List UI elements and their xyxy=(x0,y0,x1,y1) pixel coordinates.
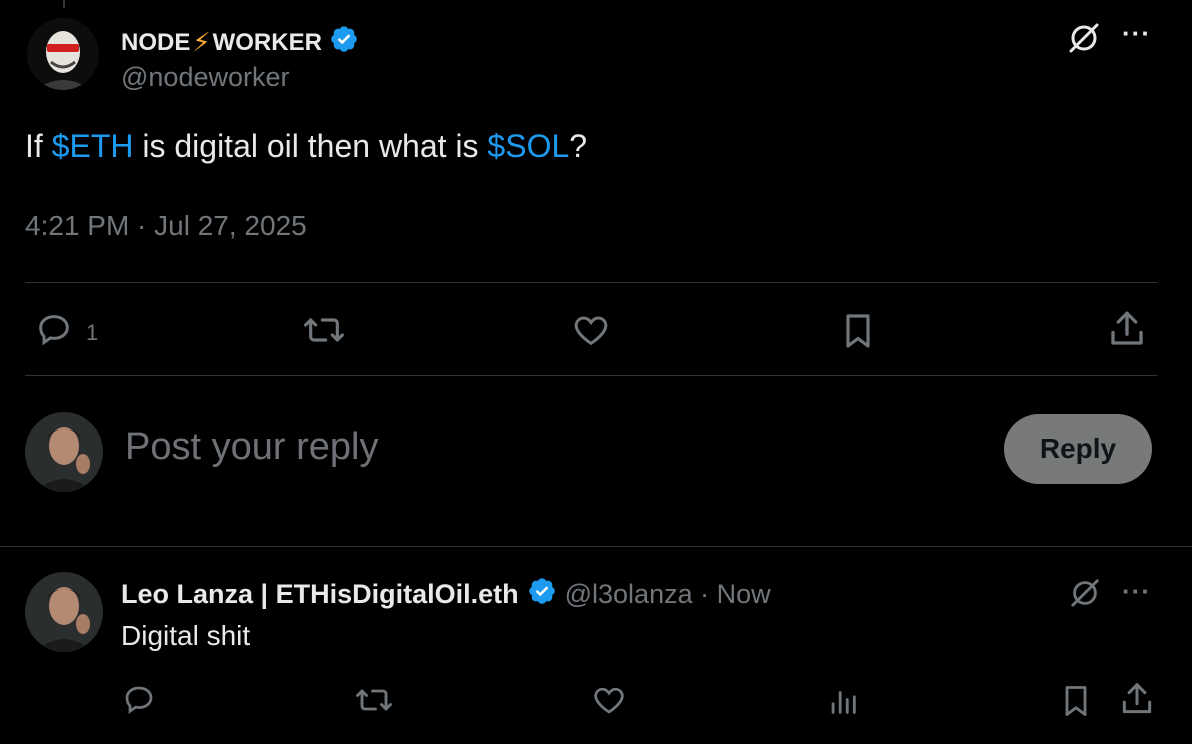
tweet-text-suffix: ? xyxy=(569,128,588,164)
cashtag-eth[interactable]: $ETH xyxy=(52,128,134,164)
avatar-illustration xyxy=(25,412,103,492)
reply-count: 1 xyxy=(86,320,99,345)
reply-author-name[interactable]: Leo Lanza | ETHisDigitalOil.eth xyxy=(121,579,519,610)
repost-icon[interactable] xyxy=(354,682,394,718)
tweet-text: If $ETH is digital oil then what is $SOL… xyxy=(25,128,587,165)
current-user-avatar[interactable] xyxy=(25,412,103,492)
reply-author-handle[interactable]: @l3olanza xyxy=(565,579,693,610)
reply-icon[interactable] xyxy=(34,310,74,350)
separator-dot: · xyxy=(692,579,717,609)
grok-icon[interactable] xyxy=(1066,20,1102,56)
tweet-text-prefix: If xyxy=(25,128,52,164)
reply-time[interactable]: Now xyxy=(717,579,771,610)
reply-more-options-button[interactable]: ··· xyxy=(1122,576,1151,607)
avatar-illustration xyxy=(27,18,99,90)
divider xyxy=(25,375,1157,376)
divider xyxy=(0,546,1192,547)
grok-icon[interactable] xyxy=(1068,576,1102,610)
repost-icon[interactable] xyxy=(302,310,346,350)
like-icon[interactable] xyxy=(590,682,628,718)
reply-author-avatar[interactable] xyxy=(25,572,103,652)
share-icon[interactable] xyxy=(1106,308,1148,350)
reply-author-line: Leo Lanza | ETHisDigitalOil.eth @l3olanz… xyxy=(121,576,771,613)
more-options-button[interactable]: ··· xyxy=(1122,18,1151,49)
author-name-part2: WORKER xyxy=(212,28,322,56)
cashtag-sol[interactable]: $SOL xyxy=(487,128,569,164)
tweet-timestamp[interactable]: 4:21 PM · Jul 27, 2025 xyxy=(25,210,307,242)
reply-icon[interactable] xyxy=(121,682,157,718)
avatar-illustration xyxy=(25,572,103,652)
bookmark-icon[interactable] xyxy=(838,310,878,352)
author-handle[interactable]: @nodeworker xyxy=(121,62,290,93)
author-avatar[interactable] xyxy=(27,18,99,90)
reply-tweet-text: Digital shit xyxy=(121,620,251,651)
tweet-text-middle: is digital oil then what is xyxy=(133,128,488,164)
divider xyxy=(25,282,1157,283)
lightning-emoji: ⚡ xyxy=(192,27,211,57)
thread-connector xyxy=(63,0,65,8)
views-icon[interactable] xyxy=(826,684,860,718)
like-icon[interactable] xyxy=(570,310,612,350)
verified-badge-icon xyxy=(329,24,359,61)
author-name-part1: NODE xyxy=(121,28,191,56)
share-icon[interactable] xyxy=(1118,680,1156,718)
author-name[interactable]: NODE ⚡ WORKER xyxy=(121,24,359,61)
reply-input[interactable]: Post your reply xyxy=(125,426,378,469)
bookmark-icon[interactable] xyxy=(1058,682,1094,720)
verified-badge-icon xyxy=(527,576,557,613)
reply-button[interactable]: Reply xyxy=(1004,414,1152,484)
